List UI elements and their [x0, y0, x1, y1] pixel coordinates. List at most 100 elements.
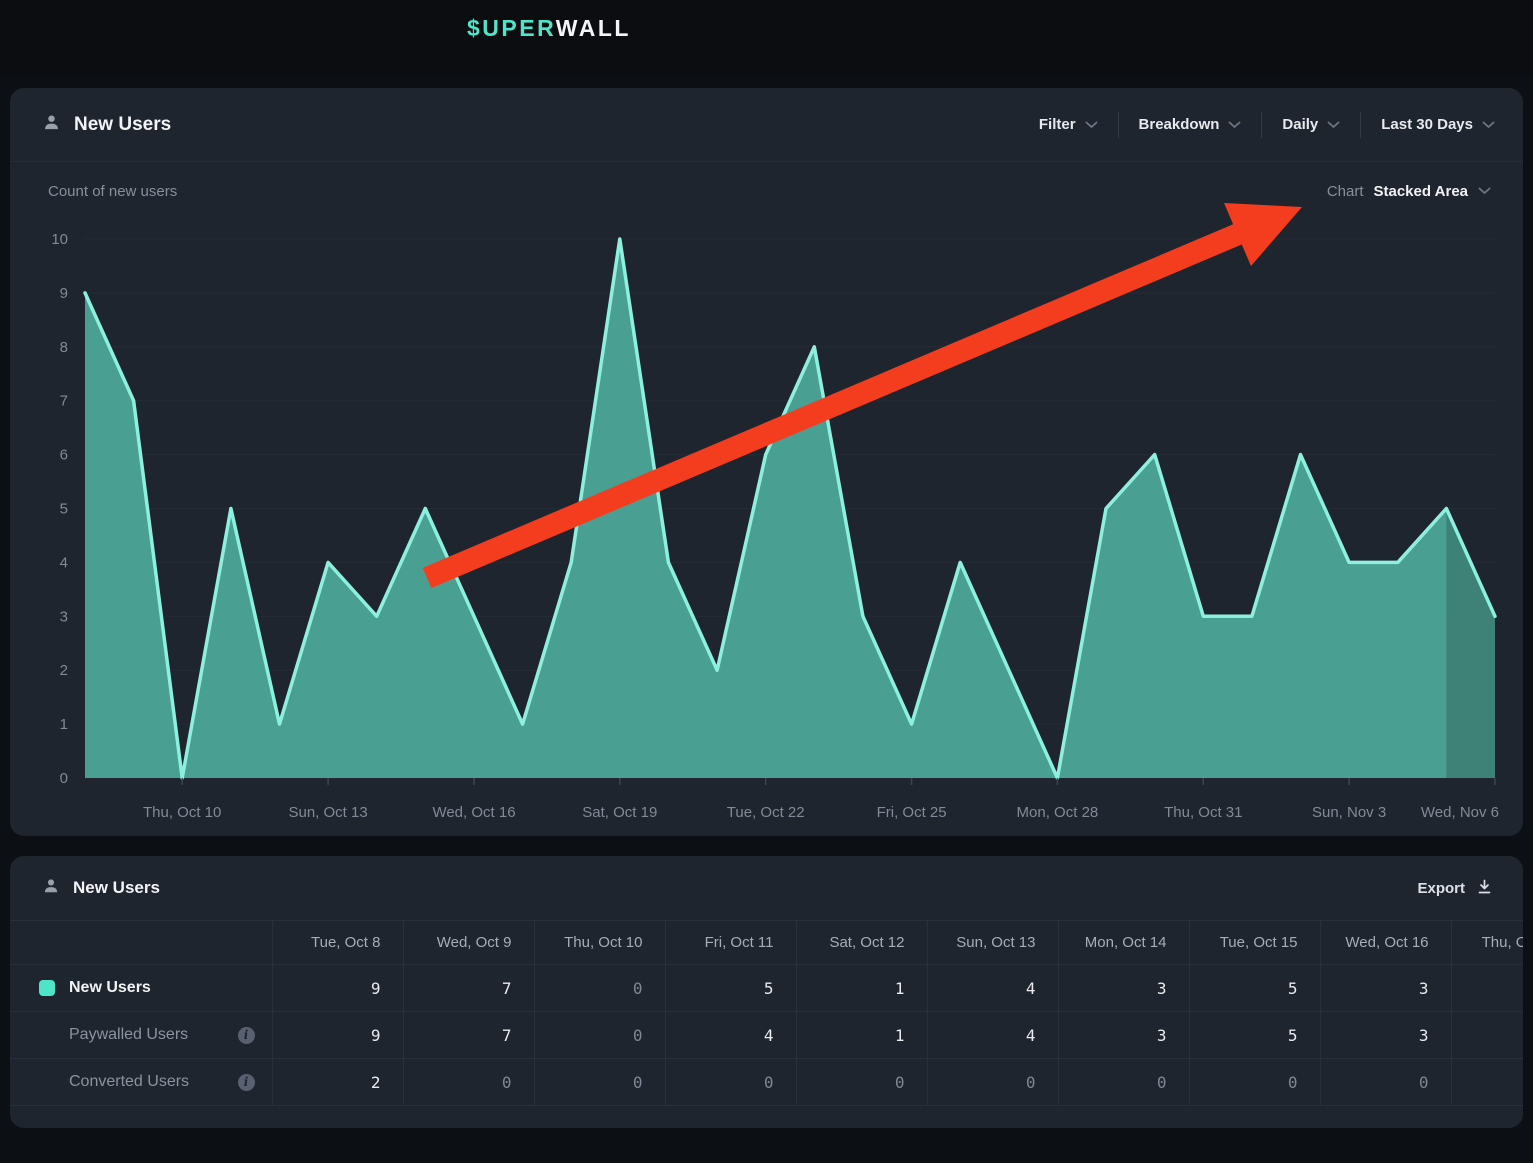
- control-filter[interactable]: Filter: [1039, 116, 1098, 133]
- user-icon: [42, 877, 60, 900]
- y-axis-label: 10: [51, 231, 68, 248]
- table-cell: 3: [1320, 965, 1451, 1012]
- table-cell: 9: [272, 1012, 403, 1059]
- chevron-down-icon: [1085, 116, 1098, 133]
- y-axis-label: 2: [60, 662, 68, 679]
- table-header-row: Tue, Oct 8Wed, Oct 9Thu, Oct 10Fri, Oct …: [10, 921, 1523, 965]
- table-row: New Users970514353: [10, 965, 1523, 1012]
- column-header: Thu, Oct 17: [1451, 921, 1523, 965]
- chevron-down-icon: [1478, 182, 1491, 200]
- table-cell: 0: [1189, 1059, 1320, 1106]
- page-title: New Users: [74, 114, 171, 136]
- control-label: Last 30 Days: [1381, 116, 1473, 133]
- y-axis-label: 8: [60, 339, 68, 356]
- table-cell: 9: [272, 965, 403, 1012]
- chart-card-header: New Users Filter Breakdown Daily Last 30 Da…: [10, 88, 1523, 162]
- row-label-cell: New Users: [10, 965, 272, 1012]
- table-title: New Users: [73, 878, 160, 898]
- column-header: Tue, Oct 8: [272, 921, 403, 965]
- row-label: Converted Users: [69, 1073, 189, 1091]
- table-cell: 4: [927, 1012, 1058, 1059]
- control-daily[interactable]: Daily: [1282, 116, 1340, 133]
- table-cell: 0: [665, 1059, 796, 1106]
- area-partial-period: [1446, 509, 1495, 779]
- user-icon: [42, 113, 61, 137]
- control-label: Breakdown: [1139, 116, 1220, 133]
- control-divider: [1261, 112, 1262, 138]
- column-header: Thu, Oct 10: [534, 921, 665, 965]
- info-icon[interactable]: i: [238, 1074, 255, 1091]
- table-cell: 0: [796, 1059, 927, 1106]
- new-users-chart-card: Thu, Oct 10Sun, Oct 13Wed, Oct 16Sat, Oc…: [10, 88, 1523, 836]
- control-divider: [1360, 112, 1361, 138]
- table-cell: 5: [1189, 1012, 1320, 1059]
- chart-type-dropdown[interactable]: Chart Stacked Area: [1327, 182, 1491, 200]
- column-header: Wed, Oct 9: [403, 921, 534, 965]
- control-divider: [1118, 112, 1119, 138]
- column-header: Wed, Oct 16: [1320, 921, 1451, 965]
- table-cell: 3: [1058, 1012, 1189, 1059]
- table-cell: 0: [927, 1059, 1058, 1106]
- chart-controls: Filter Breakdown Daily Last 30 Days: [1039, 112, 1495, 138]
- y-axis-label: 5: [60, 501, 68, 518]
- x-axis-label: Sun, Oct 13: [288, 804, 367, 821]
- row-label-cell: Converted Users i: [10, 1059, 272, 1106]
- table-cell: 3: [1320, 1012, 1451, 1059]
- y-axis-label: 0: [60, 770, 68, 787]
- superwall-logo: $UPERWALL: [467, 15, 631, 42]
- table-cell-clipped: [1451, 965, 1523, 1012]
- column-header: Sun, Oct 13: [927, 921, 1058, 965]
- top-navigation-bar: $UPERWALL: [0, 0, 1533, 75]
- table-cell: 7: [403, 965, 534, 1012]
- chart-type-label: Chart: [1327, 183, 1364, 200]
- x-axis-label: Sun, Nov 3: [1312, 804, 1386, 821]
- y-axis-label: 3: [60, 608, 68, 625]
- y-axis-label: 9: [60, 285, 68, 302]
- chevron-down-icon: [1482, 116, 1495, 133]
- row-label-cell: Paywalled Users i: [10, 1012, 272, 1059]
- table-row: Converted Usersi200000000: [10, 1059, 1523, 1106]
- table-row: Paywalled Usersi970414353: [10, 1012, 1523, 1059]
- column-header: Tue, Oct 15: [1189, 921, 1320, 965]
- column-header: Mon, Oct 14: [1058, 921, 1189, 965]
- x-axis-label: Wed, Oct 16: [432, 804, 515, 821]
- x-axis-label: Thu, Oct 10: [143, 804, 221, 821]
- export-button[interactable]: Export: [1417, 878, 1493, 899]
- x-axis-label: Tue, Oct 22: [727, 804, 805, 821]
- logo-white-part: WALL: [556, 15, 631, 41]
- table-cell-clipped: [1451, 1059, 1523, 1106]
- table-body: New Users970514353Paywalled Usersi970414…: [10, 965, 1523, 1106]
- x-axis-label: Wed, Nov 6: [1421, 804, 1499, 821]
- table-cell: 0: [534, 965, 665, 1012]
- table-cell-clipped: [1451, 1012, 1523, 1059]
- chart-subtitle: Count of new users: [48, 183, 177, 200]
- table-cell: 5: [1189, 965, 1320, 1012]
- download-icon: [1476, 878, 1493, 899]
- y-axis-label: 7: [60, 393, 68, 410]
- info-icon[interactable]: i: [238, 1027, 255, 1044]
- table-cell: 0: [403, 1059, 534, 1106]
- control-label: Filter: [1039, 116, 1076, 133]
- y-axis-label: 6: [60, 447, 68, 464]
- table-cell: 1: [796, 965, 927, 1012]
- table-cell: 0: [1058, 1059, 1189, 1106]
- control-breakdown[interactable]: Breakdown: [1139, 116, 1242, 133]
- x-axis-label: Thu, Oct 31: [1164, 804, 1242, 821]
- chevron-down-icon: [1228, 116, 1241, 133]
- y-axis-label: 4: [60, 554, 68, 571]
- row-label: Paywalled Users: [69, 1026, 188, 1044]
- new-users-table-card: New Users Export Tue, Oct 8Wed, Oct 9Thu…: [10, 856, 1523, 1128]
- series-color-swatch: [39, 980, 55, 996]
- table-cell: 1: [796, 1012, 927, 1059]
- y-axis-label: 1: [60, 716, 68, 733]
- table-cell: 4: [665, 1012, 796, 1059]
- table-cell: 0: [534, 1012, 665, 1059]
- corner-cell: [10, 921, 272, 965]
- chart-type-value: Stacked Area: [1374, 183, 1469, 200]
- table-cell: 3: [1058, 965, 1189, 1012]
- new-users-table: Tue, Oct 8Wed, Oct 9Thu, Oct 10Fri, Oct …: [10, 920, 1523, 1106]
- control-last-30-days[interactable]: Last 30 Days: [1381, 116, 1495, 133]
- row-label: New Users: [69, 979, 151, 997]
- table-cell: 5: [665, 965, 796, 1012]
- column-header: Fri, Oct 11: [665, 921, 796, 965]
